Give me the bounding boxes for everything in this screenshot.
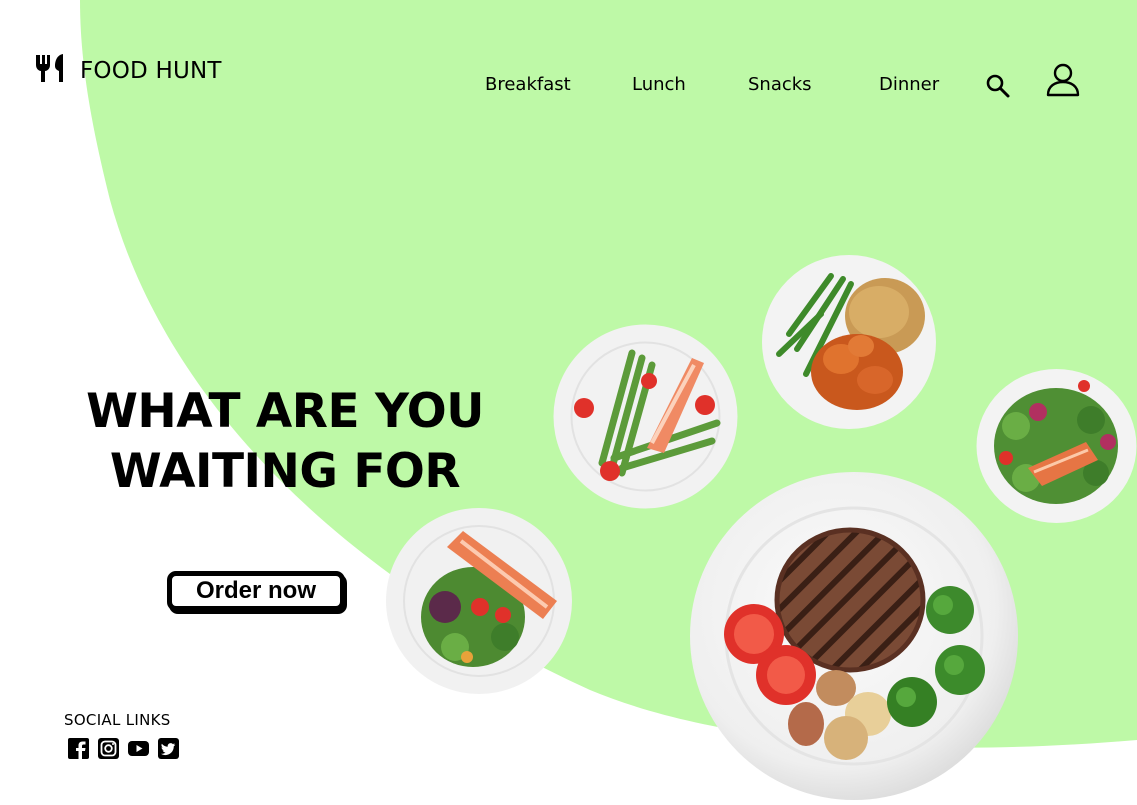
youtube-icon[interactable] <box>128 738 149 759</box>
nav-item-breakfast[interactable]: Breakfast <box>485 74 571 95</box>
brand-name: FOOD HUNT <box>80 57 222 84</box>
salmon-salad-dish-image <box>976 368 1137 524</box>
facebook-icon[interactable] <box>68 738 89 759</box>
search-icon[interactable] <box>985 73 1011 104</box>
hero-title: WHAT ARE YOU WAITING FOR <box>60 382 510 502</box>
fork-knife-icon <box>34 53 70 88</box>
social-links <box>68 738 179 759</box>
hero-title-line1: WHAT ARE YOU <box>86 384 484 439</box>
salmon-asparagus-dish-image <box>552 323 739 510</box>
instagram-icon[interactable] <box>98 738 119 759</box>
salmon-greens-dish-image <box>385 507 573 695</box>
brand-logo[interactable]: FOOD HUNT <box>34 53 222 88</box>
social-links-label: SOCIAL LINKS <box>64 711 171 729</box>
order-now-button[interactable]: Order now <box>167 571 345 611</box>
nav-item-lunch[interactable]: Lunch <box>632 74 686 95</box>
steak-dish-image <box>688 470 1020 802</box>
nav-item-dinner[interactable]: Dinner <box>879 74 939 95</box>
twitter-icon[interactable] <box>158 738 179 759</box>
user-icon[interactable] <box>1045 62 1081 103</box>
hero-title-line2: WAITING FOR <box>109 444 461 499</box>
chicken-rice-dish-image <box>761 254 937 430</box>
nav-item-snacks[interactable]: Snacks <box>748 74 812 95</box>
